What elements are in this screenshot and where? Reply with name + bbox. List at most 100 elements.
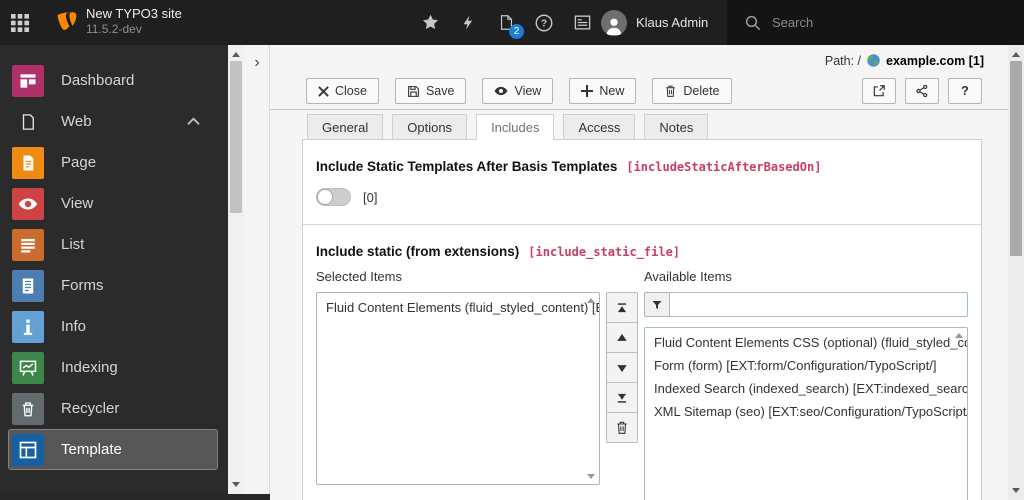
move-bottom-icon (617, 393, 627, 403)
sidebar-footer (0, 494, 270, 500)
tab-options[interactable]: Options (392, 114, 468, 140)
eye-icon (12, 187, 44, 220)
user-name: Klaus Admin (636, 15, 709, 30)
sidebar-item-view[interactable]: View (0, 183, 228, 224)
site-info: New TYPO3 site 11.5.2-dev (86, 6, 182, 37)
sidebar-scrollbar[interactable] (228, 45, 244, 494)
list-item[interactable]: XML Sitemap (seo) [EXT:seo/Configuration… (645, 400, 967, 423)
scroll-up-arrow[interactable] (1012, 52, 1020, 57)
form-icon (12, 269, 44, 302)
search-input[interactable] (772, 15, 982, 30)
grid-icon (11, 13, 29, 32)
chevron-up-icon (187, 117, 200, 125)
list-item[interactable]: Fluid Content Elements (fluid_styled_con… (317, 296, 599, 319)
path-label: Path: / (824, 53, 862, 68)
tab-access[interactable]: Access (563, 114, 636, 140)
share-icon (916, 84, 928, 98)
tab-general[interactable]: General (307, 114, 384, 140)
search-icon (745, 15, 761, 30)
list-item[interactable]: Form (form) [EXT:form/Configuration/Typo… (645, 354, 967, 377)
topbar: New TYPO3 site 11.5.2-dev 2 ? Klaus Admi… (0, 0, 1024, 45)
close-button[interactable]: Close (306, 78, 379, 104)
list-item[interactable]: Indexed Search (indexed_search) [EXT:ind… (645, 377, 967, 400)
move-to-bottom-button[interactable] (606, 382, 638, 413)
save-button[interactable]: Save (394, 78, 467, 104)
available-filter (644, 292, 968, 317)
move-up-button[interactable] (606, 322, 638, 353)
help-button-docheader[interactable]: ? (948, 78, 982, 104)
tab-includes[interactable]: Includes (476, 114, 555, 140)
remove-item-button[interactable] (606, 412, 638, 443)
item-mover-buttons (600, 269, 644, 500)
breadcrumb: Path: / example.com [1] (825, 53, 984, 68)
sidebar-section-web[interactable]: Web (0, 101, 228, 142)
tab-panel-includes: Include Static Templates After Basis Tem… (302, 139, 982, 500)
trash-icon (617, 421, 627, 434)
bookmark-button[interactable] (418, 11, 442, 35)
typo3-backend: New TYPO3 site 11.5.2-dev 2 ? Klaus Admi… (0, 0, 1024, 500)
field-label: Include Static Templates After Basis Tem… (316, 159, 618, 174)
sidebar-item-forms[interactable]: Forms (0, 265, 228, 306)
sidebar-item-list[interactable]: List (0, 224, 228, 265)
field-include-static: Include static (from extensions) [includ… (303, 225, 981, 500)
share-button[interactable] (905, 78, 939, 104)
move-down-button[interactable] (606, 352, 638, 383)
close-icon (318, 85, 329, 97)
scroll-up-arrow[interactable] (232, 52, 240, 57)
help-icon: ? (535, 14, 553, 31)
sidebar-item-dashboard[interactable]: Dashboard (0, 60, 228, 101)
systeminfo-button[interactable] (570, 11, 594, 35)
selected-items-label: Selected Items (316, 269, 402, 284)
selected-items-listbox[interactable]: Fluid Content Elements (fluid_styled_con… (316, 292, 600, 485)
help-button[interactable]: ? (532, 11, 556, 35)
view-button[interactable]: View (482, 78, 554, 104)
opendocs-button[interactable]: 2 (494, 11, 524, 39)
web-section-icon (12, 106, 44, 138)
scroll-down-arrow[interactable] (1012, 488, 1020, 493)
field-include-after: Include Static Templates After Basis Tem… (303, 140, 981, 224)
topbar-search (727, 0, 1024, 45)
record-tabs: General Options Includes Access Notes (307, 114, 717, 140)
arrow-up-icon (617, 333, 627, 341)
opendocs-count-badge: 2 (509, 23, 524, 39)
pagetree-expand-button[interactable]: › (244, 51, 270, 75)
svg-text:?: ? (541, 18, 547, 29)
trash-icon (12, 392, 44, 425)
scrollbar-thumb[interactable] (230, 61, 242, 213)
list-item[interactable]: Fluid Content Elements CSS (optional) (f… (645, 331, 967, 354)
toggle-switch-off[interactable] (316, 188, 351, 206)
delete-button[interactable]: Delete (652, 78, 732, 104)
new-button[interactable]: New (569, 78, 637, 104)
tab-notes[interactable]: Notes (644, 114, 709, 140)
clear-cache-button[interactable] (456, 11, 480, 35)
sidebar-item-page[interactable]: Page (0, 142, 228, 183)
scroll-down-arrow[interactable] (587, 474, 595, 479)
filter-input[interactable] (669, 292, 968, 317)
topbar-tools: 2 ? (418, 0, 594, 45)
content-scrollbar[interactable] (1008, 45, 1024, 500)
module-menu: Dashboard Web Page View List Forms Info … (0, 45, 228, 494)
modules-grid-icon[interactable] (0, 0, 40, 45)
sidebar-item-recycler[interactable]: Recycler (0, 388, 228, 429)
sidebar-item-info[interactable]: Info (0, 306, 228, 347)
arrow-down-icon (617, 364, 627, 372)
move-to-top-button[interactable] (606, 292, 638, 323)
scroll-up-arrow[interactable] (955, 333, 963, 338)
info-icon (12, 310, 44, 343)
sidebar-item-indexing[interactable]: Indexing (0, 347, 228, 388)
module-content: Path: / example.com [1] Close Save View (270, 45, 1008, 500)
scroll-up-arrow[interactable] (587, 298, 595, 303)
docheader: Path: / example.com [1] Close Save View (270, 45, 1008, 110)
dashboard-icon (12, 64, 44, 97)
pagetree-panel-collapsed: › (244, 45, 270, 494)
open-in-new-button[interactable] (862, 78, 896, 104)
filter-icon (652, 300, 662, 309)
scroll-down-arrow[interactable] (232, 482, 240, 487)
sidebar-item-template[interactable]: Template (8, 429, 218, 470)
typo3-logo-icon[interactable] (49, 7, 80, 38)
move-top-icon (617, 302, 627, 312)
toggle-value: [0] (363, 189, 378, 205)
scrollbar-thumb[interactable] (1010, 61, 1022, 256)
available-items-listbox[interactable]: Fluid Content Elements CSS (optional) (f… (644, 327, 968, 500)
user-menu[interactable]: Klaus Admin (601, 0, 708, 45)
